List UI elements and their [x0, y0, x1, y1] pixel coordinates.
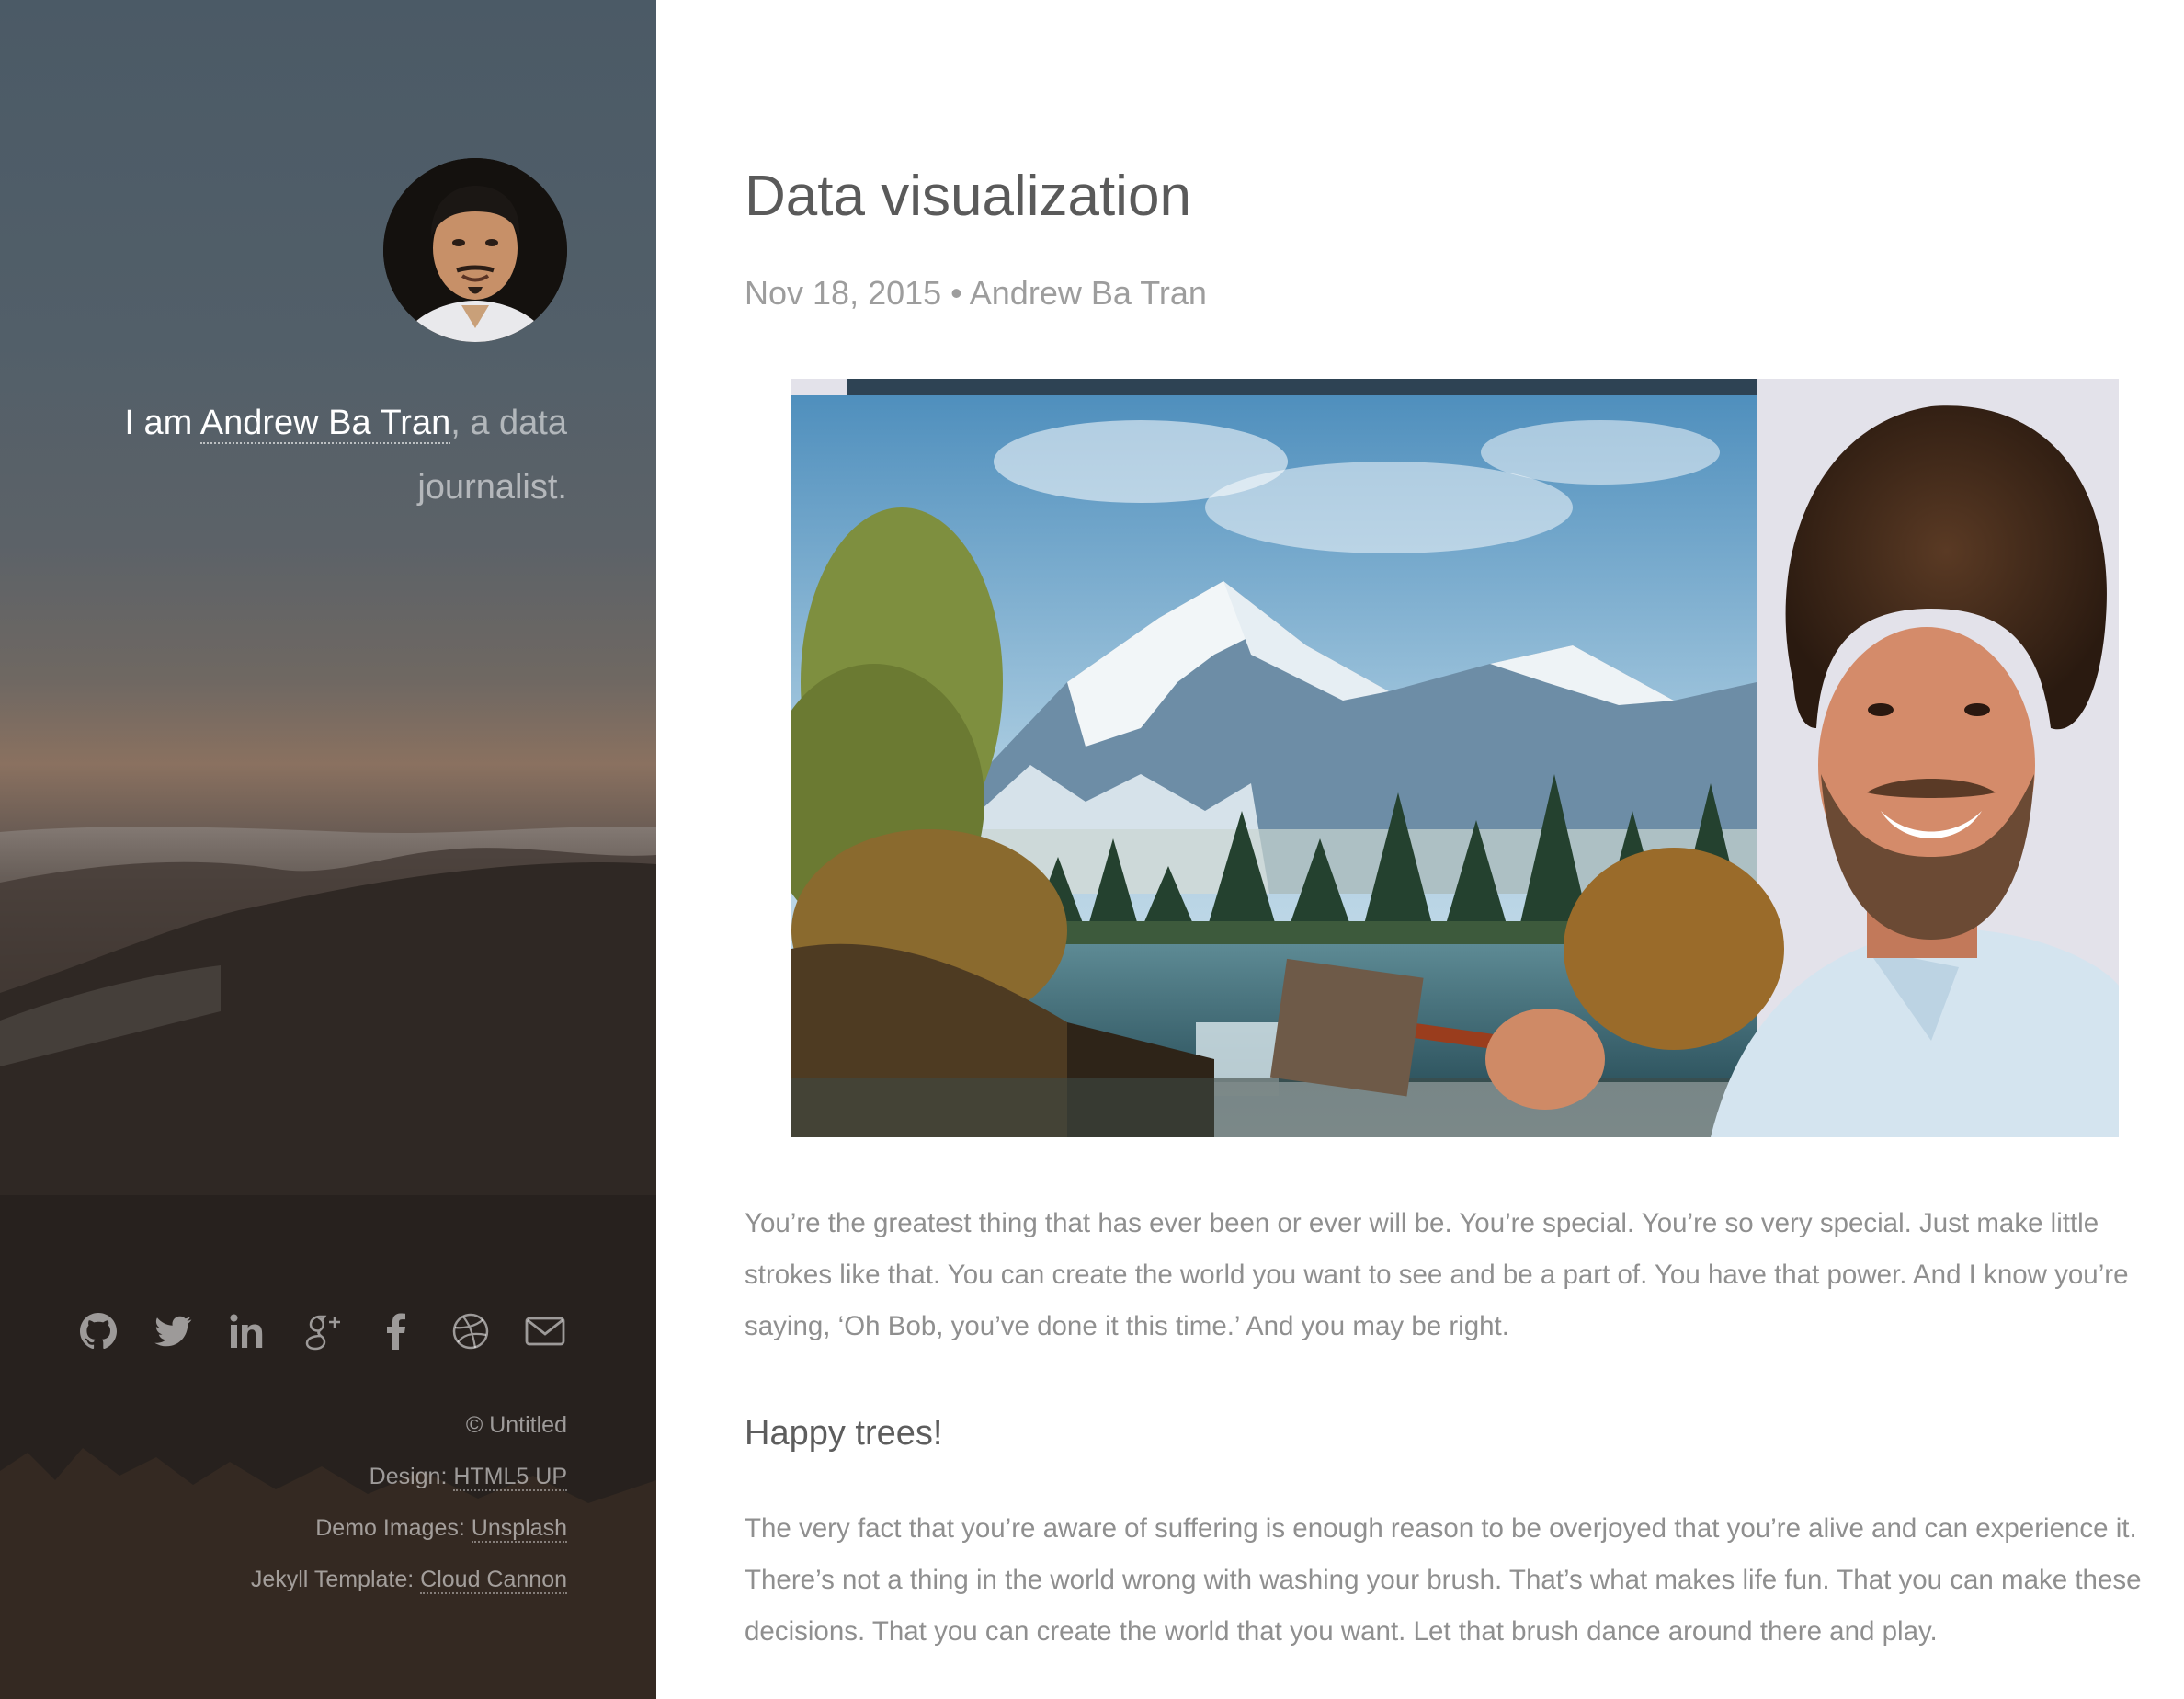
- post-meta: Nov 18, 2015 • Andrew Ba Tran: [745, 274, 1207, 312]
- post-title: Data visualization: [745, 165, 1191, 228]
- footer-credits: © Untitled Design: HTML5 UP Demo Images:…: [251, 1399, 567, 1605]
- post-paragraph-1: You’re the greatest thing that has ever …: [745, 1208, 2129, 1341]
- dribbble-icon[interactable]: [449, 1309, 493, 1353]
- painting-photo: [791, 379, 2119, 1137]
- sidebar: I am Andrew Ba Tran, a data journalist. …: [0, 0, 656, 1699]
- github-icon[interactable]: [76, 1309, 120, 1353]
- google-plus-icon[interactable]: [300, 1309, 344, 1353]
- design-credit: Design: HTML5 UP: [251, 1451, 567, 1502]
- demo-images-credit: Demo Images: Unsplash: [251, 1502, 567, 1554]
- post-subheading: Happy trees!: [745, 1414, 943, 1453]
- facebook-icon[interactable]: [374, 1309, 418, 1353]
- post-paragraph-2: The very fact that you’re aware of suffe…: [745, 1513, 2142, 1647]
- author-name-link[interactable]: Andrew Ba Tran: [199, 404, 451, 444]
- social-icons: [76, 1309, 567, 1353]
- linkedin-icon[interactable]: [225, 1309, 269, 1353]
- email-icon[interactable]: [523, 1309, 567, 1353]
- copyright-line: © Untitled: [465, 1412, 567, 1438]
- unsplash-link[interactable]: Unsplash: [471, 1515, 567, 1543]
- design-label: Design:: [369, 1464, 454, 1489]
- design-link[interactable]: HTML5 UP: [453, 1464, 567, 1491]
- jekyll-credit: Jekyll Template: Cloud Cannon: [251, 1554, 567, 1605]
- avatar: [383, 158, 567, 342]
- intro-lead: I am: [124, 404, 200, 442]
- cloud-cannon-link[interactable]: Cloud Cannon: [420, 1567, 567, 1594]
- main-content: Data visualization Nov 18, 2015 • Andrew…: [656, 0, 2184, 1699]
- twitter-icon[interactable]: [151, 1309, 195, 1353]
- avatar-portrait: [383, 158, 567, 342]
- jekyll-label: Jekyll Template:: [250, 1567, 421, 1592]
- post-hero-image: [791, 379, 2119, 1137]
- demo-label: Demo Images:: [315, 1515, 472, 1541]
- intro-text: I am Andrew Ba Tran, a data journalist.: [52, 391, 567, 519]
